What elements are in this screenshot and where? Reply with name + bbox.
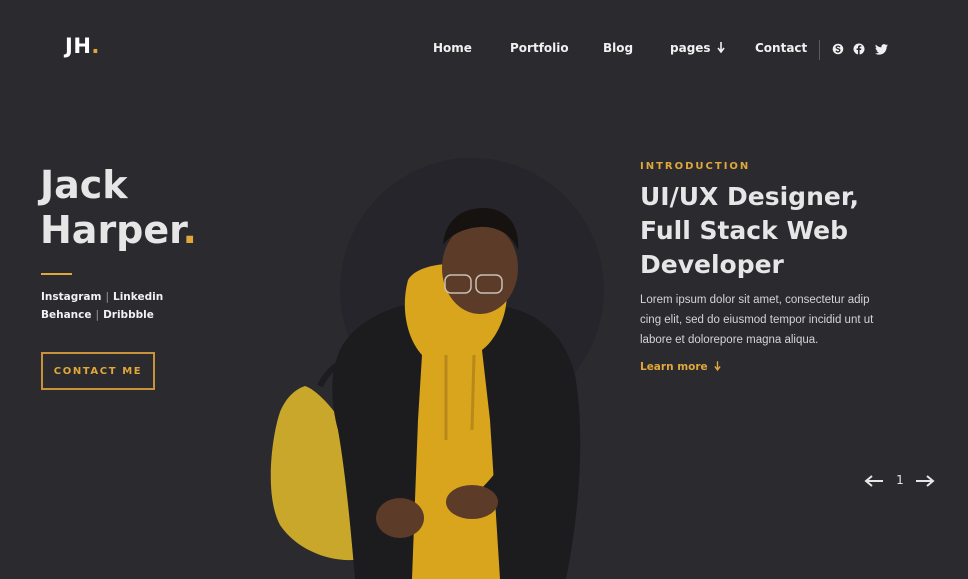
separator: |	[105, 291, 110, 303]
intro-body-line: cing elit, sed do eiusmod tempor incidid…	[640, 314, 874, 326]
page-number: 1	[896, 473, 904, 487]
intro-label: INTRODUCTION	[640, 161, 751, 172]
nav-pages-label: pages	[670, 41, 711, 55]
arrow-right-icon[interactable]	[915, 472, 935, 490]
hero-name-dot: .	[182, 208, 197, 252]
nav-blog[interactable]: Blog	[603, 41, 633, 55]
skype-icon	[832, 43, 843, 55]
learn-more-label: Learn more	[640, 361, 708, 373]
headline-line: UI/UX Designer,	[640, 182, 859, 211]
twitter-link[interactable]	[874, 42, 888, 56]
logo-text: JH	[65, 34, 92, 58]
nav-home[interactable]: Home	[433, 41, 472, 55]
dribbble-link[interactable]: Dribbble	[103, 309, 154, 321]
facebook-link[interactable]	[852, 42, 865, 56]
intro-body: Lorem ipsum dolor sit amet, consectetur …	[640, 290, 895, 350]
nav-portfolio[interactable]: Portfolio	[510, 41, 569, 55]
intro-body-line: Lorem ipsum dolor sit amet, consectetur …	[640, 294, 870, 306]
social-links-row-1: Instagram | Linkedin	[41, 288, 163, 306]
headline-line: Developer	[640, 250, 784, 279]
facebook-icon	[853, 43, 864, 55]
hero-portrait-image	[270, 158, 604, 579]
arrow-left-icon[interactable]	[864, 472, 884, 490]
social-links-row-2: Behance | Dribbble	[41, 306, 163, 324]
accent-divider	[41, 273, 72, 275]
linkedin-link[interactable]: Linkedin	[113, 291, 163, 303]
twitter-icon	[874, 43, 888, 55]
nav-contact[interactable]: Contact	[755, 41, 807, 55]
nav-pages[interactable]: pages	[670, 41, 725, 55]
nav-divider	[819, 40, 820, 60]
arrow-down-icon	[714, 361, 722, 372]
hero-first-name: Jack	[40, 163, 128, 207]
logo-dot: .	[91, 34, 100, 58]
hero-last-name: Harper	[40, 208, 183, 252]
arrow-down-icon	[717, 42, 725, 54]
hero-name: Jack Harper.	[40, 163, 197, 253]
social-links: Instagram | Linkedin Behance | Dribbble	[41, 288, 163, 324]
skype-link[interactable]	[831, 42, 844, 56]
behance-link[interactable]: Behance	[41, 309, 92, 321]
headline-line: Full Stack Web	[640, 216, 848, 245]
site-logo[interactable]: JH.	[65, 34, 100, 58]
separator: |	[95, 309, 100, 321]
instagram-link[interactable]: Instagram	[41, 291, 101, 303]
contact-me-button[interactable]: CONTACT ME	[41, 352, 155, 390]
hero-headline: UI/UX Designer, Full Stack Web Developer	[640, 180, 940, 282]
intro-body-line: labore et dolorepore magna aliqua.	[640, 334, 819, 346]
learn-more-link[interactable]: Learn more	[640, 361, 722, 373]
